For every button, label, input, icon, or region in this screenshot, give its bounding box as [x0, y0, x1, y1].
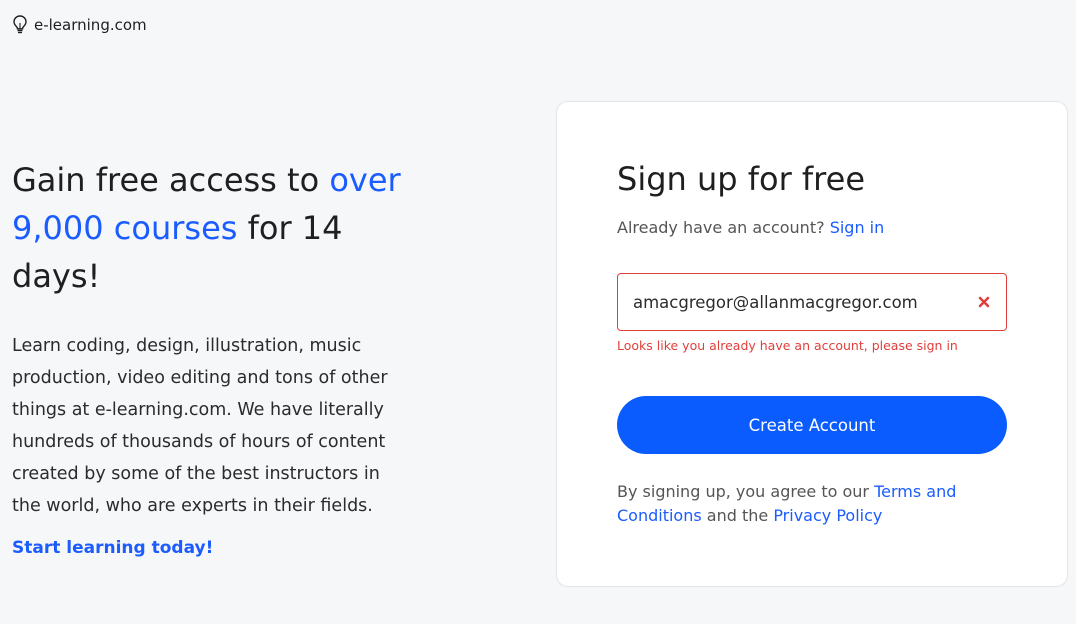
terms-middle: and the [701, 506, 774, 525]
hero-section: Gain free access to over 9,000 courses f… [12, 156, 412, 558]
site-header: e-learning.com [12, 14, 147, 36]
email-field[interactable] [617, 273, 1007, 331]
start-learning-link[interactable]: Start learning today! [12, 538, 213, 558]
terms-notice: By signing up, you agree to our Terms an… [617, 480, 1007, 528]
terms-prefix: By signing up, you agree to our [617, 482, 875, 501]
privacy-link[interactable]: Privacy Policy [773, 506, 882, 525]
hero-title: Gain free access to over 9,000 courses f… [12, 156, 412, 300]
hero-title-part1: Gain free access to [12, 161, 330, 199]
create-account-button[interactable]: Create Account [617, 396, 1007, 454]
already-account-text: Already have an account? [617, 218, 825, 237]
close-icon[interactable] [976, 294, 992, 310]
signin-link[interactable]: Sign in [830, 218, 885, 237]
email-input[interactable] [633, 292, 976, 312]
lightbulb-icon [12, 14, 28, 36]
signup-card: Sign up for free Already have an account… [556, 101, 1068, 587]
signup-title: Sign up for free [617, 160, 865, 198]
email-error-message: Looks like you already have an account, … [617, 338, 958, 353]
signin-prompt: Already have an account? Sign in [617, 218, 884, 237]
site-name[interactable]: e-learning.com [34, 16, 147, 34]
hero-description: Learn coding, design, illustration, musi… [12, 336, 388, 516]
